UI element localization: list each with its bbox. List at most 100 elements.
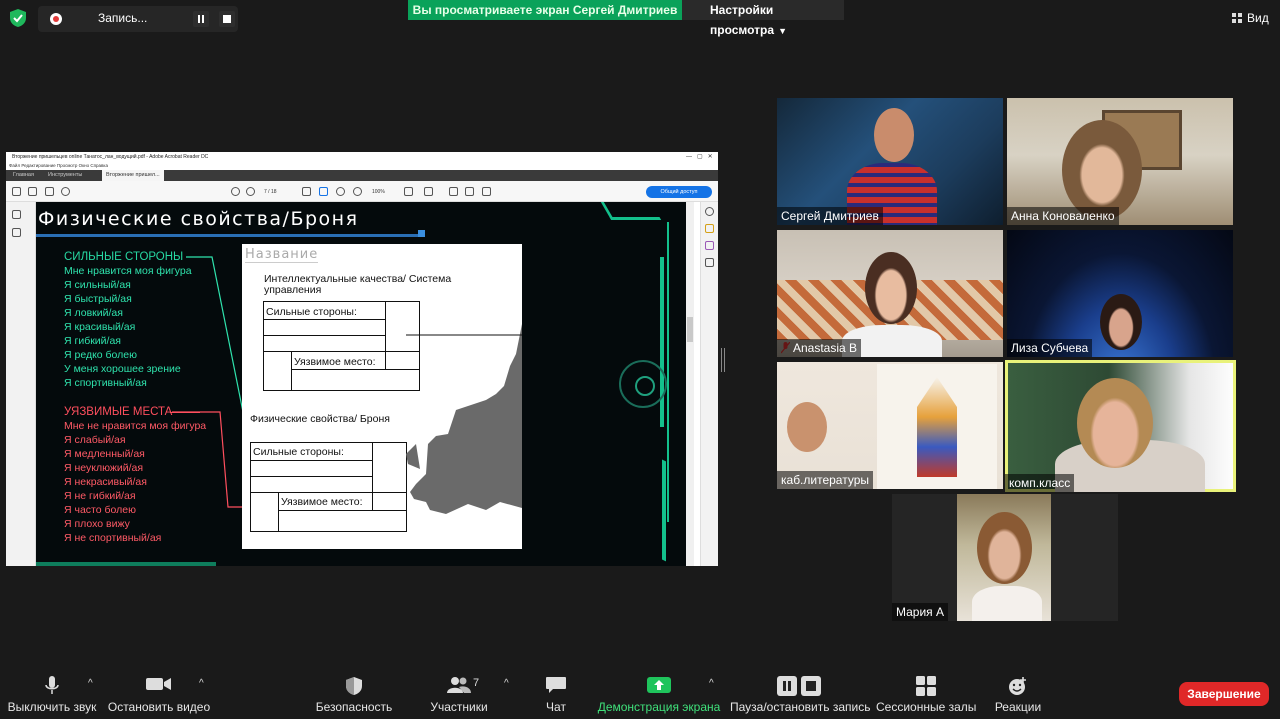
attachment-icon[interactable] [12,228,21,237]
more-tools-icon[interactable] [705,258,714,267]
microphone-icon [45,676,59,694]
participant-video [1100,294,1142,350]
zoom-in-icon[interactable] [353,187,362,196]
acrobat-toolbar: 7 / 18 100% Общий доступ [6,181,718,202]
participant-video [977,512,1032,584]
participants-button[interactable]: Участники [420,672,498,718]
table-divider [250,460,372,461]
reactions-label: Реакции [994,700,1042,714]
pause-stop-recording-button[interactable]: Пауза/остановить запись [730,672,870,718]
recording-label: Запись... [98,11,148,25]
zoom-search-icon[interactable] [61,187,70,196]
save-icon[interactable] [12,187,21,196]
thumbnails-icon[interactable] [12,210,21,219]
participant-video [874,108,914,162]
tab-tools[interactable]: Инструменты [44,170,86,181]
recording-dot-icon [50,13,62,25]
table-divider [263,319,385,320]
select-icon[interactable] [302,187,311,196]
zoom-out-icon[interactable] [336,187,345,196]
view-label: Вид [1247,11,1269,25]
participants-options-caret[interactable]: ^ [504,678,509,689]
pause-stop-icon [777,676,821,696]
acrobat-right-panel [700,202,718,566]
share-screen-icon [647,677,671,693]
share-screen-button[interactable]: Демонстрация экрана [595,672,723,718]
participant-tile[interactable]: Anastasia B [777,230,1003,357]
fill-sign-icon[interactable] [705,241,714,250]
tab-document[interactable]: Вторжение пришел... [102,170,164,181]
video-options-caret[interactable]: ^ [199,678,204,689]
tab-home[interactable]: Главная [9,170,38,181]
chat-button[interactable]: Чат [530,672,582,718]
page-indicator[interactable]: 7 / 18 [264,187,292,197]
participant-name: Мария А [892,603,949,621]
character-card: Название Интеллектуальные качества/ Сист… [242,244,522,549]
security-label: Безопасность [315,700,393,714]
zoom-level[interactable]: 100% [372,187,392,197]
table-divider [278,492,279,532]
participant-tile[interactable]: Анна Коноваленко [1007,98,1233,225]
print-icon[interactable] [28,187,37,196]
comment-tool-icon[interactable] [705,224,714,233]
stop-video-label: Остановить видео [107,700,211,714]
video-camera-icon [146,678,171,690]
comment-icon[interactable] [449,187,458,196]
end-meeting-button[interactable]: Завершение [1179,682,1269,706]
participant-tile[interactable]: Лиза Субчева [1007,230,1233,357]
stop-recording-icon[interactable] [219,11,235,27]
participant-tile[interactable]: Сергей Дмитриев [777,98,1003,225]
breakout-rooms-button[interactable]: Сессионные залы [876,672,976,718]
screen-share-banner: Вы просматриваете экран Сергей Дмитриев [408,0,682,20]
audio-options-caret[interactable]: ^ [88,678,93,689]
participant-tile[interactable]: каб.литературы [777,362,1003,489]
document-scrollbar[interactable] [686,202,694,566]
prev-page-icon[interactable] [231,187,240,196]
pause-recording-icon[interactable] [193,11,209,27]
chat-label: Чат [546,700,566,714]
presentation-slide: Физические свойства/Броня СИЛЬНЫЕ СТОРОН… [36,202,686,566]
participant-hand [787,402,827,452]
scroll-mode-icon[interactable] [424,187,433,196]
weak-spot-field-label: Уязвимое место: [294,356,376,368]
table-divider [263,351,420,352]
participant-name: Анна Коноваленко [1007,207,1119,225]
security-shield-icon[interactable] [8,8,28,28]
shield-icon [346,677,362,695]
acrobat-window-title: Вторжение пришельцев online Танатос_лан_… [6,152,718,162]
participants-count: 7 [473,677,480,689]
participant-name: Anastasia B [777,339,862,357]
stop-video-button[interactable]: Остановить видео [104,672,214,718]
table-divider [291,351,292,391]
participant-name: Сергей Дмитриев [777,207,883,225]
acrobat-share-button[interactable]: Общий доступ [646,186,712,198]
view-button[interactable]: Вид [1226,6,1276,30]
participant-tile[interactable]: Мария А [892,494,1118,621]
fit-page-icon[interactable] [404,187,413,196]
table-divider [291,369,420,370]
hand-icon[interactable] [319,187,328,196]
weak-spot-field-label: Уязвимое место: [281,496,363,508]
mute-button[interactable]: Выключить звук [2,672,102,718]
highlight-icon[interactable] [465,187,474,196]
shared-screen: Вторжение пришельцев online Танатос_лан_… [6,152,718,566]
sign-icon[interactable] [482,187,491,196]
scrollbar-thumb[interactable] [687,317,693,342]
zoom-icon[interactable] [705,207,714,216]
next-page-icon[interactable] [246,187,255,196]
table-divider [250,492,407,493]
security-button[interactable]: Безопасность [310,672,398,718]
acrobat-left-panel [6,202,36,566]
table-divider [278,510,407,511]
reactions-button[interactable]: Реакции [988,672,1048,718]
mail-icon[interactable] [45,187,54,196]
share-screen-label: Демонстрация экрана [597,700,721,714]
view-settings-button[interactable]: Настройки просмотра ▼ [682,0,844,37]
share-options-caret[interactable]: ^ [709,678,714,689]
table-divider [250,476,372,477]
panel-splitter[interactable] [721,348,725,372]
breakout-rooms-label: Сессионные залы [876,700,977,714]
participant-video [1077,378,1153,468]
participant-tile-active-speaker[interactable]: комп.класс [1005,360,1236,492]
chevron-down-icon: ▼ [778,26,787,36]
